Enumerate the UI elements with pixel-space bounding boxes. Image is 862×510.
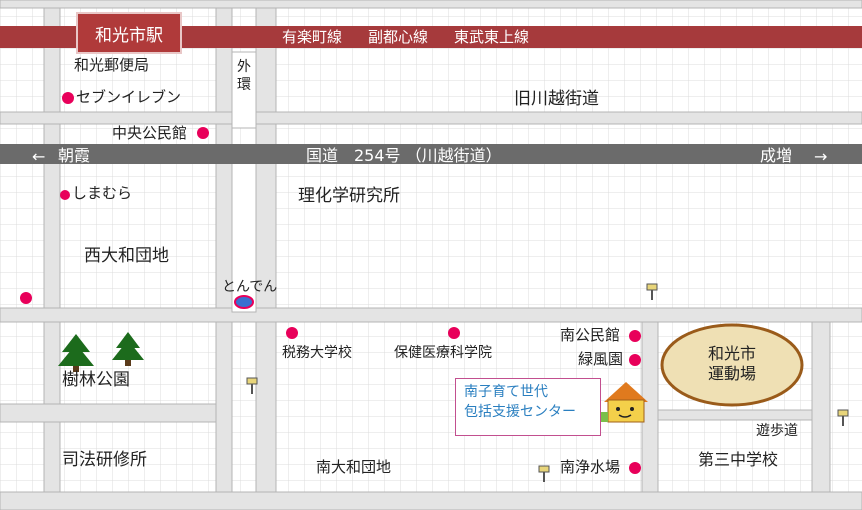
legal-institute-label: 司法研修所: [62, 450, 147, 470]
water-plant-label: 南浄水場: [560, 458, 621, 476]
minami-hall-label: 南公民館: [560, 326, 621, 344]
tonden-marker: [234, 295, 254, 309]
street-h-6: [657, 409, 813, 421]
shimamura-label: しまむら: [72, 184, 133, 202]
street-v-2: [215, 0, 233, 510]
right-arrow-icon: →: [814, 147, 828, 166]
forest-park-label: 樹林公園: [62, 370, 130, 390]
rail-line-label: 東武東上線: [454, 28, 530, 46]
stadium-label-line1: 和光市: [707, 344, 756, 363]
stadium-label: 和光市 運動場: [672, 344, 792, 384]
right-direction-label: 成増: [760, 146, 793, 165]
rail-line-label: 副都心線: [368, 28, 429, 46]
street-v-left: [43, 0, 61, 510]
ryokufuen-label: 緑風園: [578, 350, 624, 368]
street-h-4: [0, 403, 217, 423]
support-center-line1: 南子育て世代: [464, 384, 548, 400]
left-arrow-icon: ←: [32, 147, 46, 166]
third-jhs-label: 第三中学校: [698, 450, 779, 469]
riken-label: 理化学研究所: [298, 186, 400, 206]
street-v-5: [811, 319, 831, 510]
minami-danchi-label: 南大和団地: [316, 458, 392, 476]
street-h-top: [0, 0, 862, 9]
central-hall-label: 中央公民館: [112, 124, 188, 142]
marker-dot: [20, 292, 32, 304]
post-office-label: 和光郵便局: [74, 56, 150, 74]
promenade-label: 遊歩道: [756, 423, 798, 439]
street-h-3: [0, 307, 862, 323]
marker-dot: [629, 462, 641, 474]
rail-line-label: 有楽町線: [282, 28, 343, 46]
marker-dot: [197, 127, 209, 139]
marker-dot: [629, 354, 641, 366]
tonden-label: とんでん: [222, 279, 278, 295]
marker-dot: [629, 330, 641, 342]
route-254-label: 国道 254号 （川越街道）: [306, 146, 502, 165]
seven-eleven-label: セブンイレブン: [76, 88, 182, 106]
marker-dot: [448, 327, 460, 339]
marker-dot: [62, 92, 74, 104]
stadium-label-line2: 運動場: [707, 364, 756, 383]
outer-ring-label: 外環: [237, 59, 251, 93]
station-label[interactable]: 和光市駅: [76, 12, 182, 54]
left-direction-label: 朝霞: [58, 146, 91, 165]
street-h-5: [0, 491, 862, 510]
marker-dot: [60, 190, 70, 200]
support-center-box[interactable]: 南子育て世代 包括支援センター: [455, 378, 601, 436]
tax-college-label: 税務大学校: [282, 345, 352, 361]
street-h-2: [0, 111, 862, 125]
support-center-line2: 包括支援センター: [464, 404, 576, 420]
nishi-danchi-label: 西大和団地: [84, 246, 169, 266]
street-v-ring: [255, 0, 277, 510]
marker-dot: [286, 327, 298, 339]
health-college-label: 保健医療科学院: [394, 345, 492, 361]
old-kawagoe-road-label: 旧川越街道: [514, 89, 599, 109]
